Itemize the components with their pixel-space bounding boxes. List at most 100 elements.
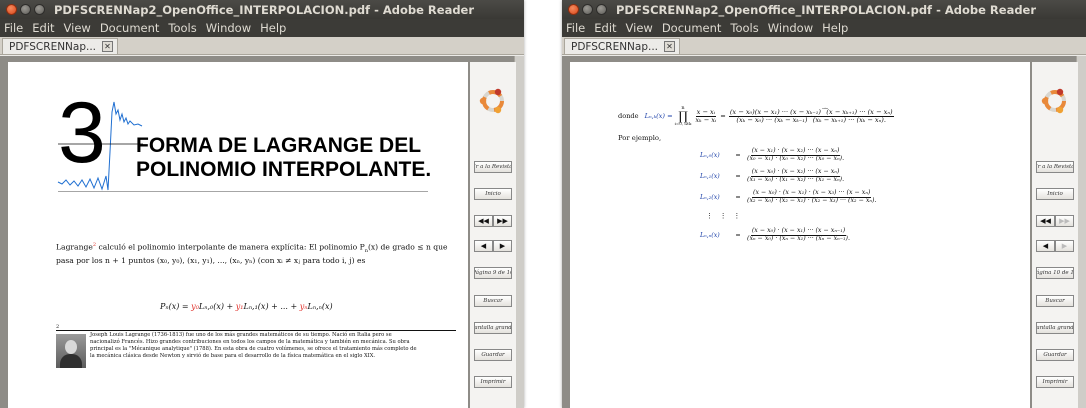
lagrange-portrait-icon: [56, 334, 86, 368]
window-minimize-button[interactable]: [20, 4, 31, 15]
inicio-button[interactable]: Inicio: [1036, 188, 1074, 200]
last-page-button[interactable]: ▶▶: [1055, 215, 1074, 227]
prev-next-buttons: ◀ ▶: [1036, 240, 1074, 252]
ubuntu-logo-icon: [1041, 88, 1066, 114]
menu-file[interactable]: File: [566, 21, 585, 35]
row-lhs: Lₙ,₂(x): [700, 193, 720, 201]
donde-word: donde: [618, 112, 639, 121]
menu-tools[interactable]: Tools: [730, 21, 758, 35]
chapter-title-line1: FORMA DE LAGRANGE DEL: [136, 134, 422, 157]
menu-document[interactable]: Document: [662, 21, 722, 35]
menu-tools[interactable]: Tools: [168, 21, 196, 35]
pdf-page: 3 FORMA DE LAGRANGE DEL POLINOMIO INTERP…: [8, 62, 468, 408]
first-page-button[interactable]: ◀◀: [474, 215, 493, 227]
row-eq: =: [735, 231, 741, 239]
last-page-button[interactable]: ▶▶: [493, 215, 512, 227]
ubuntu-logo-icon: [479, 88, 504, 114]
window-maximize-button[interactable]: [596, 4, 607, 15]
title-bar: PDFSCRENNap2_OpenOffice_INTERPOLACION.pd…: [562, 0, 1086, 19]
footnote-mark: 2: [56, 324, 60, 330]
menu-edit[interactable]: Edit: [32, 21, 54, 35]
prev-page-button[interactable]: ◀: [1036, 240, 1055, 252]
title-bar: PDFSCRENNap2_OpenOffice_INTERPOLACION.pd…: [0, 0, 524, 19]
row-denominator: (xₙ − x₀) · (xₙ − x₁) ··· (xₙ − xₙ₋₁).: [747, 234, 851, 242]
menu-bar: File Edit View Document Tools Window Hel…: [0, 19, 524, 37]
window-title: PDFSCRENNap2_OpenOffice_INTERPOLACION.pd…: [616, 2, 1037, 17]
next-page-button[interactable]: ▶: [493, 240, 512, 252]
product-lower: i=0, i≠k: [674, 121, 692, 127]
product-fraction: x − xᵢ xₖ − xᵢ: [694, 108, 717, 124]
window-minimize-button[interactable]: [582, 4, 593, 15]
row-eq: =: [735, 193, 741, 201]
window-close-button[interactable]: [6, 4, 17, 15]
ir-revista-button[interactable]: Ir a la Revista: [474, 161, 512, 173]
lagrange-formula: Pₙ(x) = y₀Lₙ,₀(x) + y₁Lₙ,₁(x) + ... + yₙ…: [160, 302, 333, 311]
formula-lhs: Pₙ(x) =: [160, 302, 192, 311]
prev-next-buttons: ◀ ▶: [474, 240, 512, 252]
menu-bar: File Edit View Document Tools Window Hel…: [562, 19, 1086, 37]
prev-page-button[interactable]: ◀: [474, 240, 493, 252]
buscar-button[interactable]: Buscar: [474, 295, 512, 307]
document-tab[interactable]: PDFSCRENNap... ✕: [2, 38, 119, 54]
first-page-button[interactable]: ◀◀: [1036, 215, 1055, 227]
footnote-text: Joseph Louis Lagrange (1736-1813) fue un…: [90, 332, 417, 359]
row-denominator: (x₂ − x₀) · (x₂ − x₁) · (x₂ − x₃) ··· (x…: [747, 196, 877, 204]
row-lhs: Lₙ,₁(x): [700, 172, 720, 180]
first-last-buttons: ◀◀ ▶▶: [474, 215, 512, 227]
document-view: 3 FORMA DE LAGRANGE DEL POLINOMIO INTERP…: [0, 56, 524, 408]
menu-file[interactable]: File: [4, 21, 23, 35]
reader-window-right: PDFSCRENNap2_OpenOffice_INTERPOLACION.pd…: [562, 0, 1086, 408]
buscar-button[interactable]: Buscar: [1036, 295, 1074, 307]
navigation-sidebar: Ir a la Revista Inicio ◀◀ ▶▶ ◀ ▶ Página …: [470, 62, 516, 408]
navigation-sidebar: Ir a la Revista Inicio ◀◀ ▶▶ ◀ ▶ Página …: [1032, 62, 1078, 408]
lagrange-word: Lagrange: [56, 242, 93, 252]
window-title: PDFSCRENNap2_OpenOffice_INTERPOLACION.pd…: [54, 2, 475, 17]
paragraph-tail: (x) de grado ≤ n que: [367, 242, 448, 252]
row-eq: =: [735, 151, 741, 159]
reader-window-left: PDFSCRENNap2_OpenOffice_INTERPOLACION.pd…: [0, 0, 524, 408]
formula-y1: y₁: [235, 302, 244, 311]
imprimir-button[interactable]: Imprimir: [474, 376, 512, 388]
menu-window[interactable]: Window: [206, 21, 251, 35]
tab-label: PDFSCRENNap...: [9, 40, 97, 53]
window-maximize-button[interactable]: [34, 4, 45, 15]
pdf-page: donde Lₙ,ₖ(x) = n ∏ i=0, i≠k x − xᵢ xₖ −…: [570, 62, 1030, 408]
paragraph-text: calculó el polinomio interpolante de man…: [96, 242, 365, 252]
document-tab[interactable]: PDFSCRENNap... ✕: [564, 38, 681, 54]
close-icon[interactable]: ✕: [102, 41, 114, 52]
first-last-buttons: ◀◀ ▶▶: [1036, 215, 1074, 227]
menu-window[interactable]: Window: [768, 21, 813, 35]
document-view: donde Lₙ,ₖ(x) = n ∏ i=0, i≠k x − xᵢ xₖ −…: [562, 56, 1086, 408]
pantalla-grande-button[interactable]: Pantalla grande: [474, 322, 512, 334]
page-indicator-button[interactable]: Página 9 de 10: [474, 267, 512, 279]
close-icon[interactable]: ✕: [664, 41, 676, 52]
footnote-rule: [56, 330, 456, 331]
window-close-button[interactable]: [568, 4, 579, 15]
menu-help[interactable]: Help: [822, 21, 848, 35]
ir-revista-button[interactable]: Ir a la Revista: [1036, 161, 1074, 173]
por-ejemplo: Por ejemplo,: [618, 134, 662, 142]
guardar-button[interactable]: Guardar: [1036, 349, 1074, 361]
lnk-lhs: Lₙ,ₖ(x) =: [644, 112, 673, 121]
menu-view[interactable]: View: [626, 21, 653, 35]
menu-help[interactable]: Help: [260, 21, 286, 35]
guardar-button[interactable]: Guardar: [474, 349, 512, 361]
formula-l1: Lₙ,₁(x) + ... +: [243, 302, 300, 311]
example-row-n: Lₙ,ₙ(x) = (x − x₀) · (x − x₁) ··· (x − x…: [700, 227, 851, 242]
inicio-button[interactable]: Inicio: [474, 188, 512, 200]
page-indicator-button[interactable]: Página 10 de 10: [1036, 267, 1074, 279]
formula-y0: y₀: [191, 302, 199, 311]
lagrange-paragraph: Lagrange2 calculó el polinomio interpola…: [56, 242, 448, 266]
example-row-2: Lₙ,₂(x) = (x − x₀) · (x − x₁) · (x − x₃)…: [700, 189, 877, 204]
expanded-fraction: (x − x₀)(x − x₁) ··· (x − xₖ₋₁)⁀(x − xₖ₊…: [728, 108, 894, 124]
imprimir-button[interactable]: Imprimir: [1036, 376, 1074, 388]
menu-document[interactable]: Document: [100, 21, 160, 35]
menu-edit[interactable]: Edit: [594, 21, 616, 35]
menu-view[interactable]: View: [64, 21, 91, 35]
row-eq: =: [735, 172, 741, 180]
example-row-0: Lₙ,₀(x) = (x − x₁) · (x − x₂) ··· (x − x…: [700, 147, 845, 162]
next-page-button[interactable]: ▶: [1055, 240, 1074, 252]
row-denominator: (x₀ − x₁) · (x₀ − x₂) ··· (x₀ − xₙ).: [747, 154, 845, 162]
product-denominator: xₖ − xᵢ: [695, 115, 717, 124]
pantalla-grande-button[interactable]: Pantalla grande: [1036, 322, 1074, 334]
